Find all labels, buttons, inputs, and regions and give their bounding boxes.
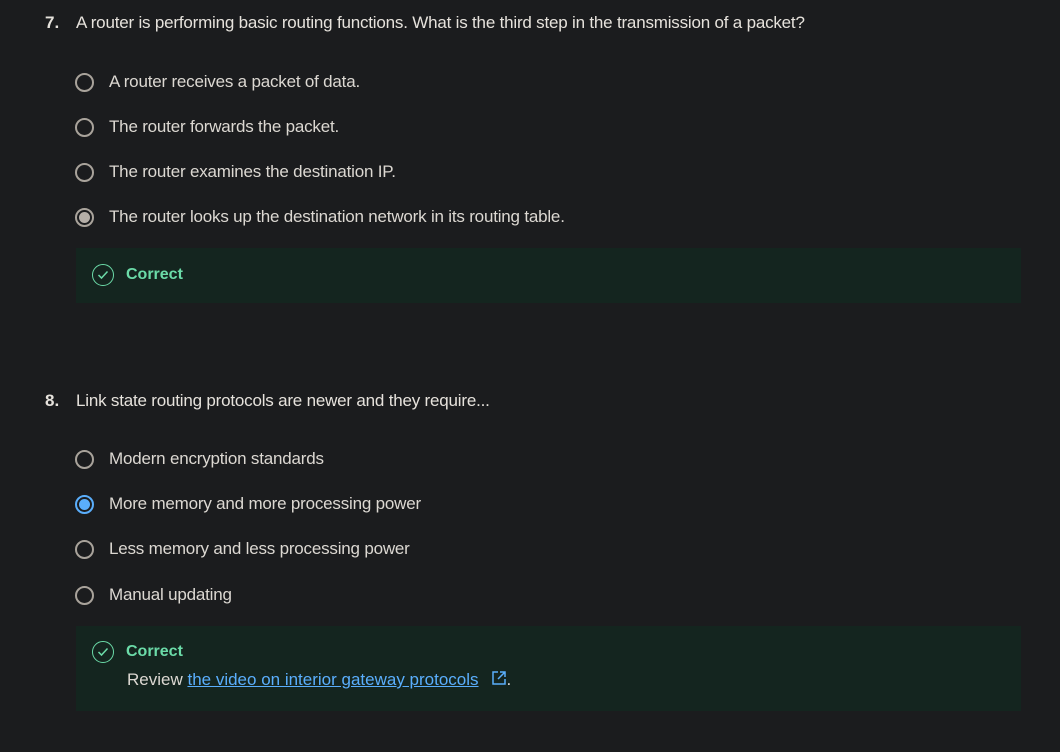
question-number: 8. xyxy=(45,391,60,410)
radio-button[interactable] xyxy=(75,72,94,92)
option-label: More memory and more processing power xyxy=(109,494,421,513)
review-prefix: Review xyxy=(127,670,188,689)
radio-button[interactable] xyxy=(75,449,94,469)
radio-button[interactable] xyxy=(75,117,94,137)
radio-button[interactable] xyxy=(75,162,94,182)
external-link-icon[interactable] xyxy=(491,670,507,691)
feedback-title: Correct xyxy=(126,643,183,660)
answer-option-selected[interactable]: The router looks up the destination netw… xyxy=(75,207,565,227)
check-circle-icon xyxy=(92,264,114,286)
radio-button[interactable] xyxy=(75,539,94,559)
option-label: A router receives a packet of data. xyxy=(109,72,360,91)
feedback-box: Correct xyxy=(76,248,1021,303)
option-label: Manual updating xyxy=(109,585,232,604)
option-label: The router forwards the packet. xyxy=(109,117,340,136)
review-video-link[interactable]: the video on interior gateway protocols xyxy=(187,670,478,689)
radio-button-selected[interactable] xyxy=(75,494,94,514)
answer-option[interactable]: The router forwards the packet. xyxy=(75,117,339,137)
answer-option[interactable]: Manual updating xyxy=(75,585,232,605)
option-label: The router examines the destination IP. xyxy=(109,162,396,181)
feedback-review: Review the video on interior gateway pro… xyxy=(127,670,511,691)
option-label: Less memory and less processing power xyxy=(109,539,410,558)
radio-button[interactable] xyxy=(75,585,94,605)
check-circle-icon xyxy=(92,641,114,663)
answer-option-selected[interactable]: More memory and more processing power xyxy=(75,494,421,514)
question-text: Link state routing protocols are newer a… xyxy=(76,391,490,410)
answer-option[interactable]: Modern encryption standards xyxy=(75,449,324,469)
answer-option[interactable]: A router receives a packet of data. xyxy=(75,72,360,92)
answer-option[interactable]: The router examines the destination IP. xyxy=(75,162,396,182)
feedback-box: Correct Review the video on interior gat… xyxy=(76,626,1021,711)
option-label: The router looks up the destination netw… xyxy=(109,207,565,226)
feedback-title: Correct xyxy=(126,266,183,283)
radio-button-selected[interactable] xyxy=(75,207,94,227)
review-suffix: . xyxy=(506,670,512,689)
question-text: A router is performing basic routing fun… xyxy=(76,13,805,32)
answer-option[interactable]: Less memory and less processing power xyxy=(75,539,410,559)
question-number: 7. xyxy=(45,13,60,32)
option-label: Modern encryption standards xyxy=(109,449,324,468)
